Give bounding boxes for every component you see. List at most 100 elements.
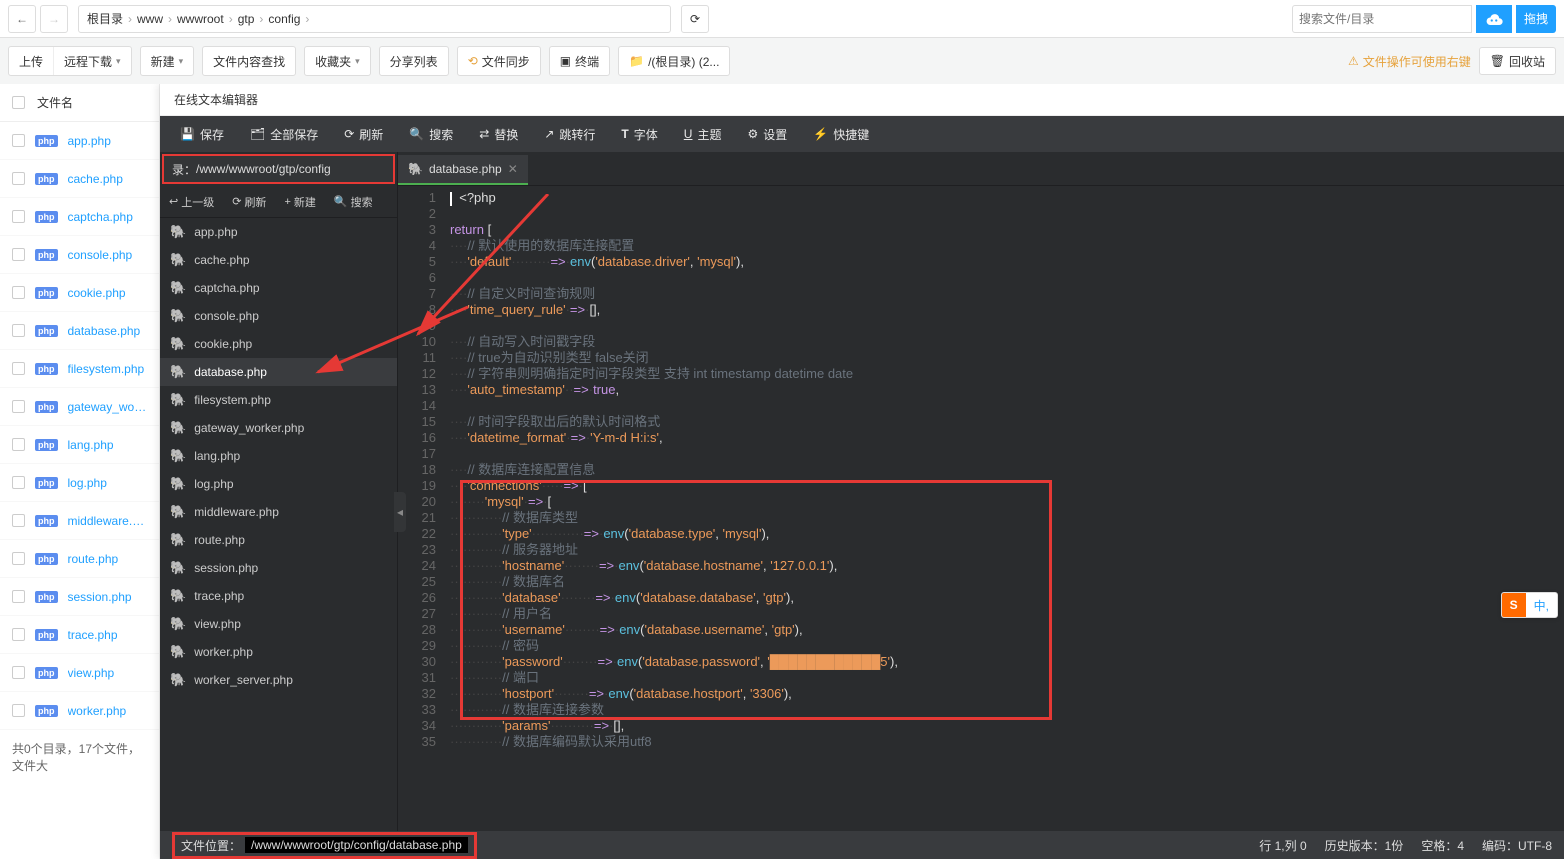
row-checkbox[interactable] — [12, 134, 25, 147]
editor-file-item[interactable]: 🐘filesystem.php — [160, 386, 397, 414]
status-encoding[interactable]: 编码：UTF-8 — [1482, 837, 1552, 854]
search-button[interactable]: 🔍搜索 — [397, 120, 465, 148]
side-search-button[interactable]: 🔍搜索 — [325, 190, 382, 214]
editor-file-item[interactable]: 🐘cookie.php — [160, 330, 397, 358]
editor-file-name: app.php — [194, 225, 237, 239]
file-row[interactable]: phpview.php — [0, 654, 159, 692]
breadcrumb-item[interactable]: 根目录 — [87, 10, 123, 27]
row-checkbox[interactable] — [12, 286, 25, 299]
column-filename[interactable]: 文件名 — [37, 94, 73, 111]
breadcrumb[interactable]: 根目录›www›wwwroot›gtp›config› — [78, 5, 671, 33]
file-row[interactable]: phpsession.php — [0, 578, 159, 616]
breadcrumb-item[interactable]: gtp — [238, 12, 255, 26]
row-checkbox[interactable] — [12, 552, 25, 565]
editor-file-item[interactable]: 🐘captcha.php — [160, 274, 397, 302]
file-row[interactable]: phpconsole.php — [0, 236, 159, 274]
select-all-checkbox[interactable] — [12, 96, 25, 109]
file-row[interactable]: phpworker.php — [0, 692, 159, 730]
file-row[interactable]: phpmiddleware.php — [0, 502, 159, 540]
breadcrumb-item[interactable]: config — [268, 12, 300, 26]
font-button[interactable]: T字体 — [609, 120, 669, 148]
side-refresh-button[interactable]: ⟳刷新 — [223, 190, 275, 214]
code-editor[interactable]: 1234567891011121314151617181920212223242… — [398, 186, 1564, 831]
search-input[interactable] — [1292, 5, 1472, 33]
editor-file-item[interactable]: 🐘console.php — [160, 302, 397, 330]
collapse-sidebar-handle[interactable]: ◂ — [394, 492, 406, 532]
content-search-button[interactable]: 文件内容查找 — [203, 47, 295, 75]
editor-file-name: session.php — [194, 561, 258, 575]
status-indent[interactable]: 空格：4 — [1421, 837, 1464, 854]
file-sync-button[interactable]: ⟲文件同步 — [458, 47, 540, 75]
editor-file-item[interactable]: 🐘worker_server.php — [160, 666, 397, 694]
up-level-button[interactable]: ↩上一级 — [160, 190, 223, 214]
file-row[interactable]: phpapp.php — [0, 122, 159, 160]
row-checkbox[interactable] — [12, 476, 25, 489]
save-all-button[interactable]: 🗂全部保存 — [238, 120, 330, 148]
file-row[interactable]: phplog.php — [0, 464, 159, 502]
row-checkbox[interactable] — [12, 590, 25, 603]
close-tab-button[interactable]: ✕ — [508, 162, 518, 176]
favorites-button[interactable]: 收藏夹▾ — [305, 47, 370, 75]
row-checkbox[interactable] — [12, 704, 25, 717]
file-row[interactable]: phpdatabase.php — [0, 312, 159, 350]
refresh-editor-button[interactable]: ⟳刷新 — [332, 120, 395, 148]
row-checkbox[interactable] — [12, 628, 25, 641]
row-checkbox[interactable] — [12, 666, 25, 679]
breadcrumb-item[interactable]: wwwroot — [177, 12, 224, 26]
root-dir-button[interactable]: 📁/(根目录) (2... — [619, 47, 729, 75]
editor-file-item[interactable]: 🐘app.php — [160, 218, 397, 246]
editor-file-item[interactable]: 🐘cache.php — [160, 246, 397, 274]
row-checkbox[interactable] — [12, 172, 25, 185]
breadcrumb-item[interactable]: www — [137, 12, 163, 26]
side-new-button[interactable]: +新建 — [275, 190, 324, 214]
editor-file-item[interactable]: 🐘database.php — [160, 358, 397, 386]
tab-database-php[interactable]: 🐘 database.php ✕ — [398, 155, 528, 185]
file-row[interactable]: phptrace.php — [0, 616, 159, 654]
file-row[interactable]: phpgateway_worker.php — [0, 388, 159, 426]
row-checkbox[interactable] — [12, 514, 25, 527]
save-button[interactable]: 💾保存 — [168, 120, 236, 148]
remote-download-button[interactable]: 远程下载▾ — [54, 47, 131, 75]
row-checkbox[interactable] — [12, 248, 25, 261]
editor-file-item[interactable]: 🐘gateway_worker.php — [160, 414, 397, 442]
editor-file-item[interactable]: 🐘worker.php — [160, 638, 397, 666]
goto-line-button[interactable]: ↗跳转行 — [532, 120, 607, 148]
file-row[interactable]: phplang.php — [0, 426, 159, 464]
editor-file-item[interactable]: 🐘log.php — [160, 470, 397, 498]
row-checkbox[interactable] — [12, 210, 25, 223]
cloud-search-button[interactable] — [1476, 5, 1512, 33]
recycle-bin-button[interactable]: 🗑回收站 — [1479, 47, 1556, 75]
status-history[interactable]: 历史版本：1份 — [1325, 837, 1404, 854]
drag-handle-button[interactable]: 拖拽 — [1516, 5, 1556, 33]
new-button[interactable]: 新建▾ — [141, 47, 194, 75]
row-checkbox[interactable] — [12, 400, 25, 413]
file-row[interactable]: phpcookie.php — [0, 274, 159, 312]
file-row[interactable]: phpfilesystem.php — [0, 350, 159, 388]
editor-file-item[interactable]: 🐘route.php — [160, 526, 397, 554]
share-list-button[interactable]: 分享列表 — [380, 47, 448, 75]
nav-back-button[interactable]: ← — [8, 5, 36, 33]
editor-path-bar[interactable]: 录： /www/wwwroot/gtp/config — [162, 154, 395, 184]
editor-file-item[interactable]: 🐘session.php — [160, 554, 397, 582]
editor-file-item[interactable]: 🐘lang.php — [160, 442, 397, 470]
upload-button[interactable]: 上传 — [9, 47, 54, 75]
refresh-button[interactable]: ⟳ — [681, 5, 709, 33]
status-cursor[interactable]: 行 1,列 0 — [1259, 837, 1306, 854]
row-checkbox[interactable] — [12, 324, 25, 337]
file-row[interactable]: phproute.php — [0, 540, 159, 578]
row-checkbox[interactable] — [12, 362, 25, 375]
editor-file-item[interactable]: 🐘view.php — [160, 610, 397, 638]
file-row[interactable]: phpcache.php — [0, 160, 159, 198]
ime-badge[interactable]: S 中, — [1501, 592, 1558, 618]
settings-button[interactable]: ⚙设置 — [735, 120, 799, 148]
editor-file-item[interactable]: 🐘trace.php — [160, 582, 397, 610]
file-row[interactable]: phpcaptcha.php — [0, 198, 159, 236]
replace-button[interactable]: ⇄替换 — [467, 120, 530, 148]
terminal-button[interactable]: ▣终端 — [550, 47, 609, 75]
code-content[interactable]: <?phpreturn [····// 默认使用的数据库连接配置····'def… — [450, 186, 1564, 750]
theme-button[interactable]: U主题 — [672, 120, 734, 148]
row-checkbox[interactable] — [12, 438, 25, 451]
nav-forward-button[interactable]: → — [40, 5, 68, 33]
editor-file-item[interactable]: 🐘middleware.php — [160, 498, 397, 526]
shortcut-button[interactable]: ⚡快捷键 — [801, 120, 881, 148]
